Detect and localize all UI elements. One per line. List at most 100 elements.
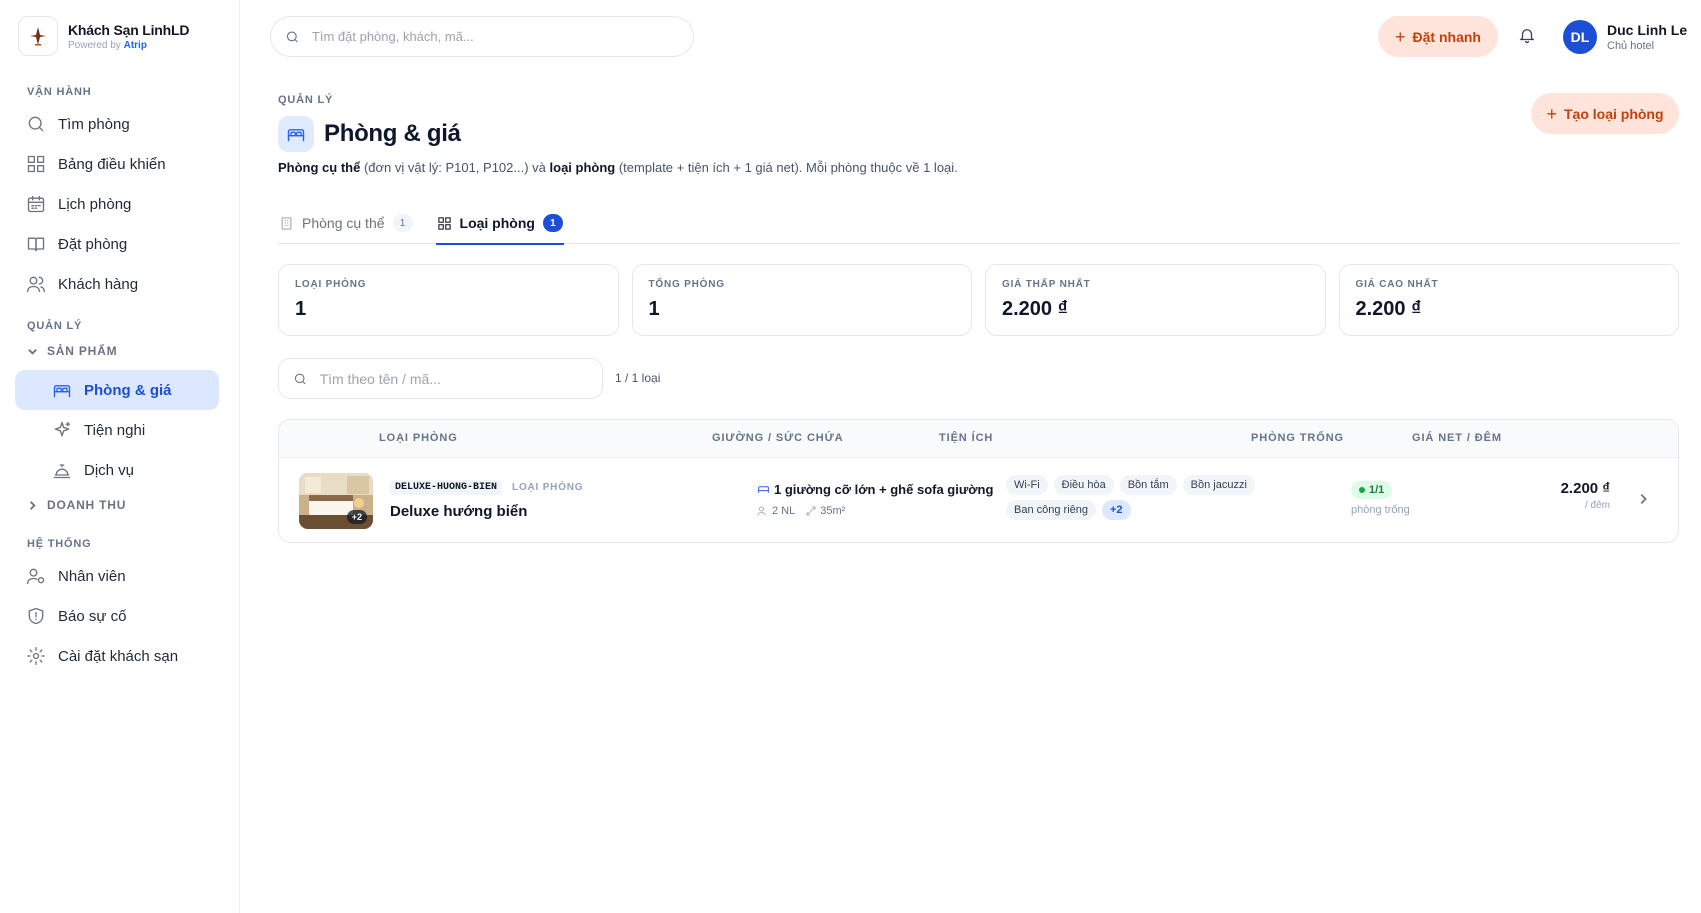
sidebar-item-amenities[interactable]: Tiện nghi xyxy=(0,410,239,450)
sidebar-item-find-room[interactable]: Tìm phòng xyxy=(0,104,239,144)
room-code-row: DELUXE-HUONG-BIEN LOẠI PHÒNG xyxy=(390,480,583,495)
room-photo: +2 xyxy=(299,473,373,529)
chevron-down-icon xyxy=(28,348,37,355)
hotel-logo-icon xyxy=(18,16,58,56)
plus-icon: + xyxy=(1546,103,1557,124)
room-type-search[interactable] xyxy=(278,358,603,399)
quick-booking-label: Đặt nhanh xyxy=(1412,28,1481,45)
amenity-more-chip[interactable]: +2 xyxy=(1102,500,1131,520)
avatar: DL xyxy=(1563,20,1597,54)
brand-powered: Powered by Atrip xyxy=(68,39,147,51)
table-row[interactable]: +2 DELUXE-HUONG-BIEN LOẠI PHÒNG Deluxe h… xyxy=(279,458,1678,542)
chevron-right-icon xyxy=(30,500,36,510)
stat-value: 2.200 ₫ xyxy=(1355,298,1422,320)
tab-physical-rooms[interactable]: Phòng cụ thể 1 xyxy=(278,202,414,244)
tab-label: Loại phòng xyxy=(459,215,535,231)
bed-info: 1 giường cỡ lớn + ghế sofa giường xyxy=(757,482,993,497)
chevron-right-icon xyxy=(1640,494,1647,504)
column-header: GIƯỜNG / SỨC CHỨA xyxy=(712,432,844,444)
amenity-chip: Bồn jacuzzi xyxy=(1182,475,1255,495)
sidebar-item-label: Đặt phòng xyxy=(58,235,128,253)
sidebar-item-bookings[interactable]: Đặt phòng xyxy=(0,224,239,264)
amenity-chip: Wi-Fi xyxy=(1006,475,1048,495)
breadcrumb: QUẢN LÝ xyxy=(278,94,334,106)
stat-card-min-price: GIÁ THẤP NHẤT 2.200 ₫ xyxy=(985,264,1326,336)
tabs: Phòng cụ thể 1 Loại phòng 1 xyxy=(278,202,1679,245)
row-open-button[interactable] xyxy=(1636,492,1650,506)
building-icon xyxy=(281,216,292,230)
nav-group-revenue[interactable]: DOANH THU xyxy=(0,490,239,520)
nav-section-operations: VẬN HÀNH xyxy=(27,86,92,98)
user-name: Duc Linh Le xyxy=(1607,22,1688,38)
sidebar-item-customers[interactable]: Khách hàng xyxy=(0,264,239,304)
sidebar-item-services[interactable]: Dịch vụ xyxy=(0,450,239,490)
page-title: Phòng & giá xyxy=(324,120,461,147)
brand[interactable]: Khách Sạn LinhLD Powered by Atrip xyxy=(0,0,239,72)
bed-icon xyxy=(758,486,769,493)
result-count: 1 / 1 loại xyxy=(615,371,661,385)
sidebar-item-label: Tìm phòng xyxy=(58,115,130,133)
sidebar-item-room-calendar[interactable]: Lịch phòng xyxy=(0,184,239,224)
sidebar-item-label: Khách hàng xyxy=(58,275,139,293)
user-menu[interactable]: DL Duc Linh Le Chủ hotel xyxy=(1563,20,1687,54)
sidebar-item-label: Bảng điều khiển xyxy=(58,155,166,173)
expand-icon xyxy=(806,506,816,516)
sidebar-item-label: Cài đặt khách sạn xyxy=(58,647,179,665)
room-name: Deluxe hướng biển xyxy=(390,503,528,520)
sidebar-item-label: Nhân viên xyxy=(58,567,126,585)
status-dot-icon xyxy=(1359,487,1365,493)
column-header: LOẠI PHÒNG xyxy=(379,432,458,444)
amenity-list: Wi-Fi Điều hòa Bồn tắm Bồn jacuzzi Ban c… xyxy=(1006,475,1316,520)
nav-group-products[interactable]: SẢN PHẨM xyxy=(0,336,239,366)
room-types-table: LOẠI PHÒNG GIƯỜNG / SỨC CHỨA TIỆN ÍCH PH… xyxy=(278,419,1679,543)
notifications-button[interactable] xyxy=(1518,26,1538,46)
service-bell-icon xyxy=(53,464,71,479)
price-unit: / đêm xyxy=(1584,500,1610,511)
capacity-info: 2 NL 35m² xyxy=(757,505,845,517)
bed-icon xyxy=(278,116,314,152)
sidebar-item-report-issue[interactable]: Báo sự cố xyxy=(0,596,239,636)
stat-value: 1 xyxy=(295,298,307,320)
quick-booking-button[interactable]: + Đặt nhanh xyxy=(1378,16,1498,57)
sidebar-item-staff[interactable]: Nhân viên xyxy=(0,556,239,596)
room-code-badge: DELUXE-HUONG-BIEN xyxy=(390,480,503,495)
sidebar-item-label: Tiện nghi xyxy=(84,421,146,439)
room-type-search-input[interactable] xyxy=(319,370,588,387)
create-room-type-label: Tạo loại phòng xyxy=(1563,105,1664,122)
price-cell: 2.200 ₫ / đêm xyxy=(1561,480,1610,511)
sidebar-item-label: Phòng & giá xyxy=(84,381,172,399)
user-gear-icon xyxy=(27,568,45,585)
users-icon xyxy=(757,506,766,516)
sidebar-item-hotel-settings[interactable]: Cài đặt khách sạn xyxy=(0,636,239,676)
bed-text: 1 giường cỡ lớn + ghế sofa giường xyxy=(774,482,994,497)
nav-group-label: DOANH THU xyxy=(47,498,127,512)
stat-label: TỔNG PHÒNG xyxy=(648,279,725,290)
price-value: 2.200 ₫ xyxy=(1560,480,1610,497)
sidebar-item-label: Báo sự cố xyxy=(58,607,127,625)
create-room-type-button[interactable]: + Tạo loại phòng xyxy=(1531,93,1679,134)
search-icon xyxy=(286,30,298,42)
table-header: LOẠI PHÒNG GIƯỜNG / SỨC CHỨA TIỆN ÍCH PH… xyxy=(279,420,1678,458)
tab-room-types[interactable]: Loại phòng 1 xyxy=(435,202,565,245)
sparkle-icon xyxy=(54,421,71,437)
shield-alert-icon xyxy=(28,607,44,625)
column-header: GIÁ NET / ĐÊM xyxy=(1412,432,1502,444)
sidebar-item-dashboard[interactable]: Bảng điều khiển xyxy=(0,144,239,184)
page-title-row: Phòng & giá xyxy=(278,116,461,152)
stat-card-total-rooms: TỔNG PHÒNG 1 xyxy=(631,264,972,336)
global-search[interactable] xyxy=(270,16,694,57)
area-text: 35m² xyxy=(820,505,846,517)
tab-count-badge: 1 xyxy=(392,214,413,232)
amenity-chip: Bồn tắm xyxy=(1119,475,1177,495)
bell-icon xyxy=(1519,29,1535,44)
bed-icon xyxy=(53,385,71,398)
sidebar-item-rooms-prices[interactable]: Phòng & giá xyxy=(15,370,219,410)
column-header: PHÒNG TRỐNG xyxy=(1251,432,1345,444)
stat-card-max-price: GIÁ CAO NHẤT 2.200 ₫ xyxy=(1338,264,1679,336)
gear-icon xyxy=(27,647,45,665)
plus-icon: + xyxy=(1395,26,1406,47)
global-search-input[interactable] xyxy=(311,29,679,44)
stat-value: 2.200 ₫ xyxy=(1002,298,1068,320)
tab-count-badge: 1 xyxy=(542,214,563,232)
page-subtitle: Phòng cụ thể (đơn vị vật lý: P101, P102.… xyxy=(278,160,958,175)
